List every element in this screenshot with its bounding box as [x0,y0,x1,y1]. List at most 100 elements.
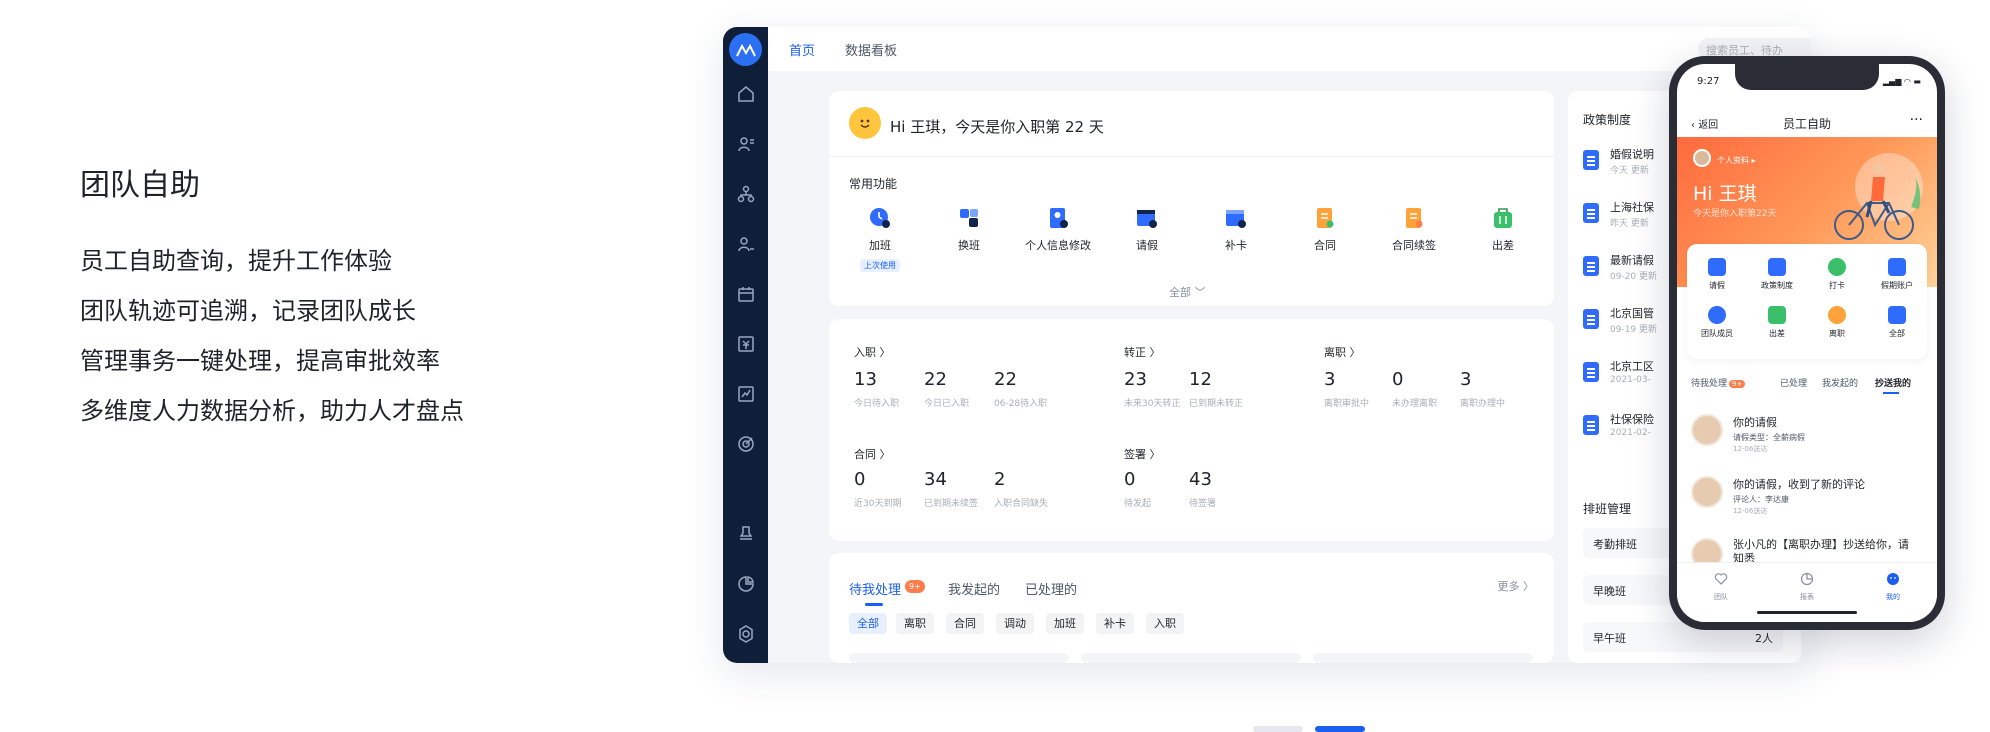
tab-cc-me[interactable]: 抄送我的 [1875,376,1911,389]
grid-item-team[interactable]: 团队成员 [1687,306,1747,339]
profile-link[interactable]: 个人资料 ▸ [1717,155,1756,166]
contract-renew-icon [1401,205,1427,231]
function-label: 个人信息修改 [1025,239,1091,252]
avatar[interactable] [1693,149,1711,167]
stat-title: 离职 [1324,346,1346,359]
all-functions-link[interactable]: 全部 ﹀ [1169,284,1206,300]
grid-label: 政策制度 [1761,281,1793,290]
stat-group-onboard[interactable]: 入职 〉 [854,344,891,360]
grid-item-leave[interactable]: 请假 [1687,258,1747,291]
tab-home[interactable]: 首页 [789,40,815,59]
stat-value[interactable]: 34 [924,469,947,490]
more-icon[interactable]: ··· [1910,112,1923,128]
stat-value[interactable]: 43 [1189,469,1212,490]
function-business-trip[interactable]: 出差 [1458,205,1548,253]
stat-group-sign[interactable]: 签署 〉 [1124,446,1161,462]
org-chart-icon[interactable] [735,183,756,204]
target-icon[interactable] [735,433,756,454]
task-card[interactable] [1081,653,1301,663]
filter-chip[interactable]: 补卡 [1096,613,1134,634]
grid-item-policy[interactable]: 政策制度 [1747,258,1807,291]
document-icon [1583,150,1599,170]
function-contract-renew[interactable]: 合同续签 [1369,205,1459,253]
document-icon [1583,309,1599,329]
tabbar-team[interactable]: 团队 [1701,571,1741,602]
tab-processed[interactable]: 已处理的 [1025,579,1077,598]
stat-value[interactable]: 0 [854,469,865,490]
chevron-right-icon: 〉 [1523,580,1534,593]
stat-group-regular[interactable]: 转正 〉 [1124,344,1161,360]
top-bar: 首页 数据看板 搜索员工、待办 ⌕ [768,27,1811,71]
filter-chip[interactable]: 加班 [1046,613,1084,634]
report-chart-icon[interactable] [735,383,756,404]
filter-chip[interactable]: 调动 [996,613,1034,634]
phone-tabs: 待我处理 9+ 已处理 我发起的 抄送我的 [1677,376,1937,400]
function-leave[interactable]: 请假 [1102,205,1192,253]
stat-value[interactable]: 12 [1189,369,1212,390]
shift-name: 早午班 [1593,632,1626,645]
grid-item-resign[interactable]: 离职 [1807,306,1867,339]
phone-screen: 9:27 ▂▄▆ ◠ ▬ ‹ 返回 员工自助 ··· 个人资料 ▸ Hi 王琪 … [1677,64,1937,622]
tab-initiated[interactable]: 我发起的 [1822,376,1858,389]
filter-chip[interactable]: 离职 [896,613,934,634]
user-transfer-icon[interactable] [735,233,756,254]
task-card[interactable] [1313,653,1533,663]
message-date: 12-06送达 [1733,507,1768,515]
function-swap-shift[interactable]: 换班 [924,205,1014,253]
function-card-fix[interactable]: 补卡 [1191,205,1281,253]
tab-pending[interactable]: 待我处理 9+ [1691,376,1746,389]
stat-value[interactable]: 3 [1460,369,1471,390]
carousel-dot-active[interactable] [1315,726,1365,732]
stat-value[interactable]: 0 [1392,369,1403,390]
function-contract[interactable]: 合同 [1280,205,1370,253]
stamp-icon[interactable] [735,523,756,544]
tabbar-report[interactable]: 报表 [1787,571,1827,602]
shift-name: 考勤排班 [1593,538,1637,551]
employee-list-icon[interactable] [735,133,756,154]
tab-dashboard[interactable]: 数据看板 [845,40,897,59]
salary-icon[interactable] [735,333,756,354]
stat-group-contract[interactable]: 合同 〉 [854,446,891,462]
stats-card: 入职 〉 13 今日待入职 22 今日已入职 22 06-28待入职 转正 〉 … [829,319,1554,541]
stat-label: 今日已入职 [924,399,970,409]
function-overtime[interactable]: 加班 上次使用 [835,205,925,272]
carousel-dot[interactable] [1253,726,1303,732]
filter-chip[interactable]: 合同 [946,613,984,634]
calendar-icon[interactable] [735,283,756,304]
filter-chip[interactable]: 入职 [1146,613,1184,634]
stat-label: 今日待入职 [854,399,900,409]
pie-chart-icon[interactable] [735,573,756,594]
home-icon[interactable] [735,83,756,104]
stat-value[interactable]: 13 [854,369,877,390]
stat-group-leave[interactable]: 离职 〉 [1324,344,1361,360]
more-link[interactable]: 更多 〉 [1498,578,1535,594]
task-card[interactable] [849,653,1069,663]
function-label: 加班 [869,239,891,252]
app-logo-icon[interactable] [729,33,762,66]
stat-value[interactable]: 3 [1324,369,1335,390]
function-profile-edit[interactable]: 个人信息修改 [1013,205,1103,253]
tab-processed[interactable]: 已处理 [1780,376,1807,389]
message-item[interactable]: 你的请假，收到了新的评论 评论人：李达康 12-06送达 [1691,476,1923,526]
all-label: 全部 [1169,286,1191,299]
filter-chip[interactable]: 全部 [849,613,887,634]
grid-item-leave-account[interactable]: 假期账户 [1867,258,1927,291]
tab-initiated[interactable]: 我发起的 [948,579,1000,598]
settings-icon[interactable] [735,623,756,644]
phone-nav-bar: ‹ 返回 员工自助 ··· [1677,108,1937,138]
tab-pending[interactable]: 待我处理 [849,579,901,598]
grid-item-all[interactable]: 全部 [1867,306,1927,339]
leave-calendar-icon [1134,205,1160,231]
stat-value[interactable]: 2 [994,469,1005,490]
chevron-right-icon: 〉 [1349,346,1361,359]
message-item[interactable]: 你的请假 请假类型：全薪病假 12-06送达 [1691,414,1923,464]
tabbar-mine[interactable]: 我的 [1873,571,1913,602]
grid-item-clock-in[interactable]: 打卡 [1807,258,1867,291]
stat-value[interactable]: 0 [1124,469,1135,490]
stat-value[interactable]: 22 [994,369,1017,390]
grid-item-trip[interactable]: 出差 [1747,306,1807,339]
stat-value[interactable]: 23 [1124,369,1147,390]
stat-value[interactable]: 22 [924,369,947,390]
stat-label: 待发起 [1124,499,1152,509]
home-indicator [1757,611,1857,614]
